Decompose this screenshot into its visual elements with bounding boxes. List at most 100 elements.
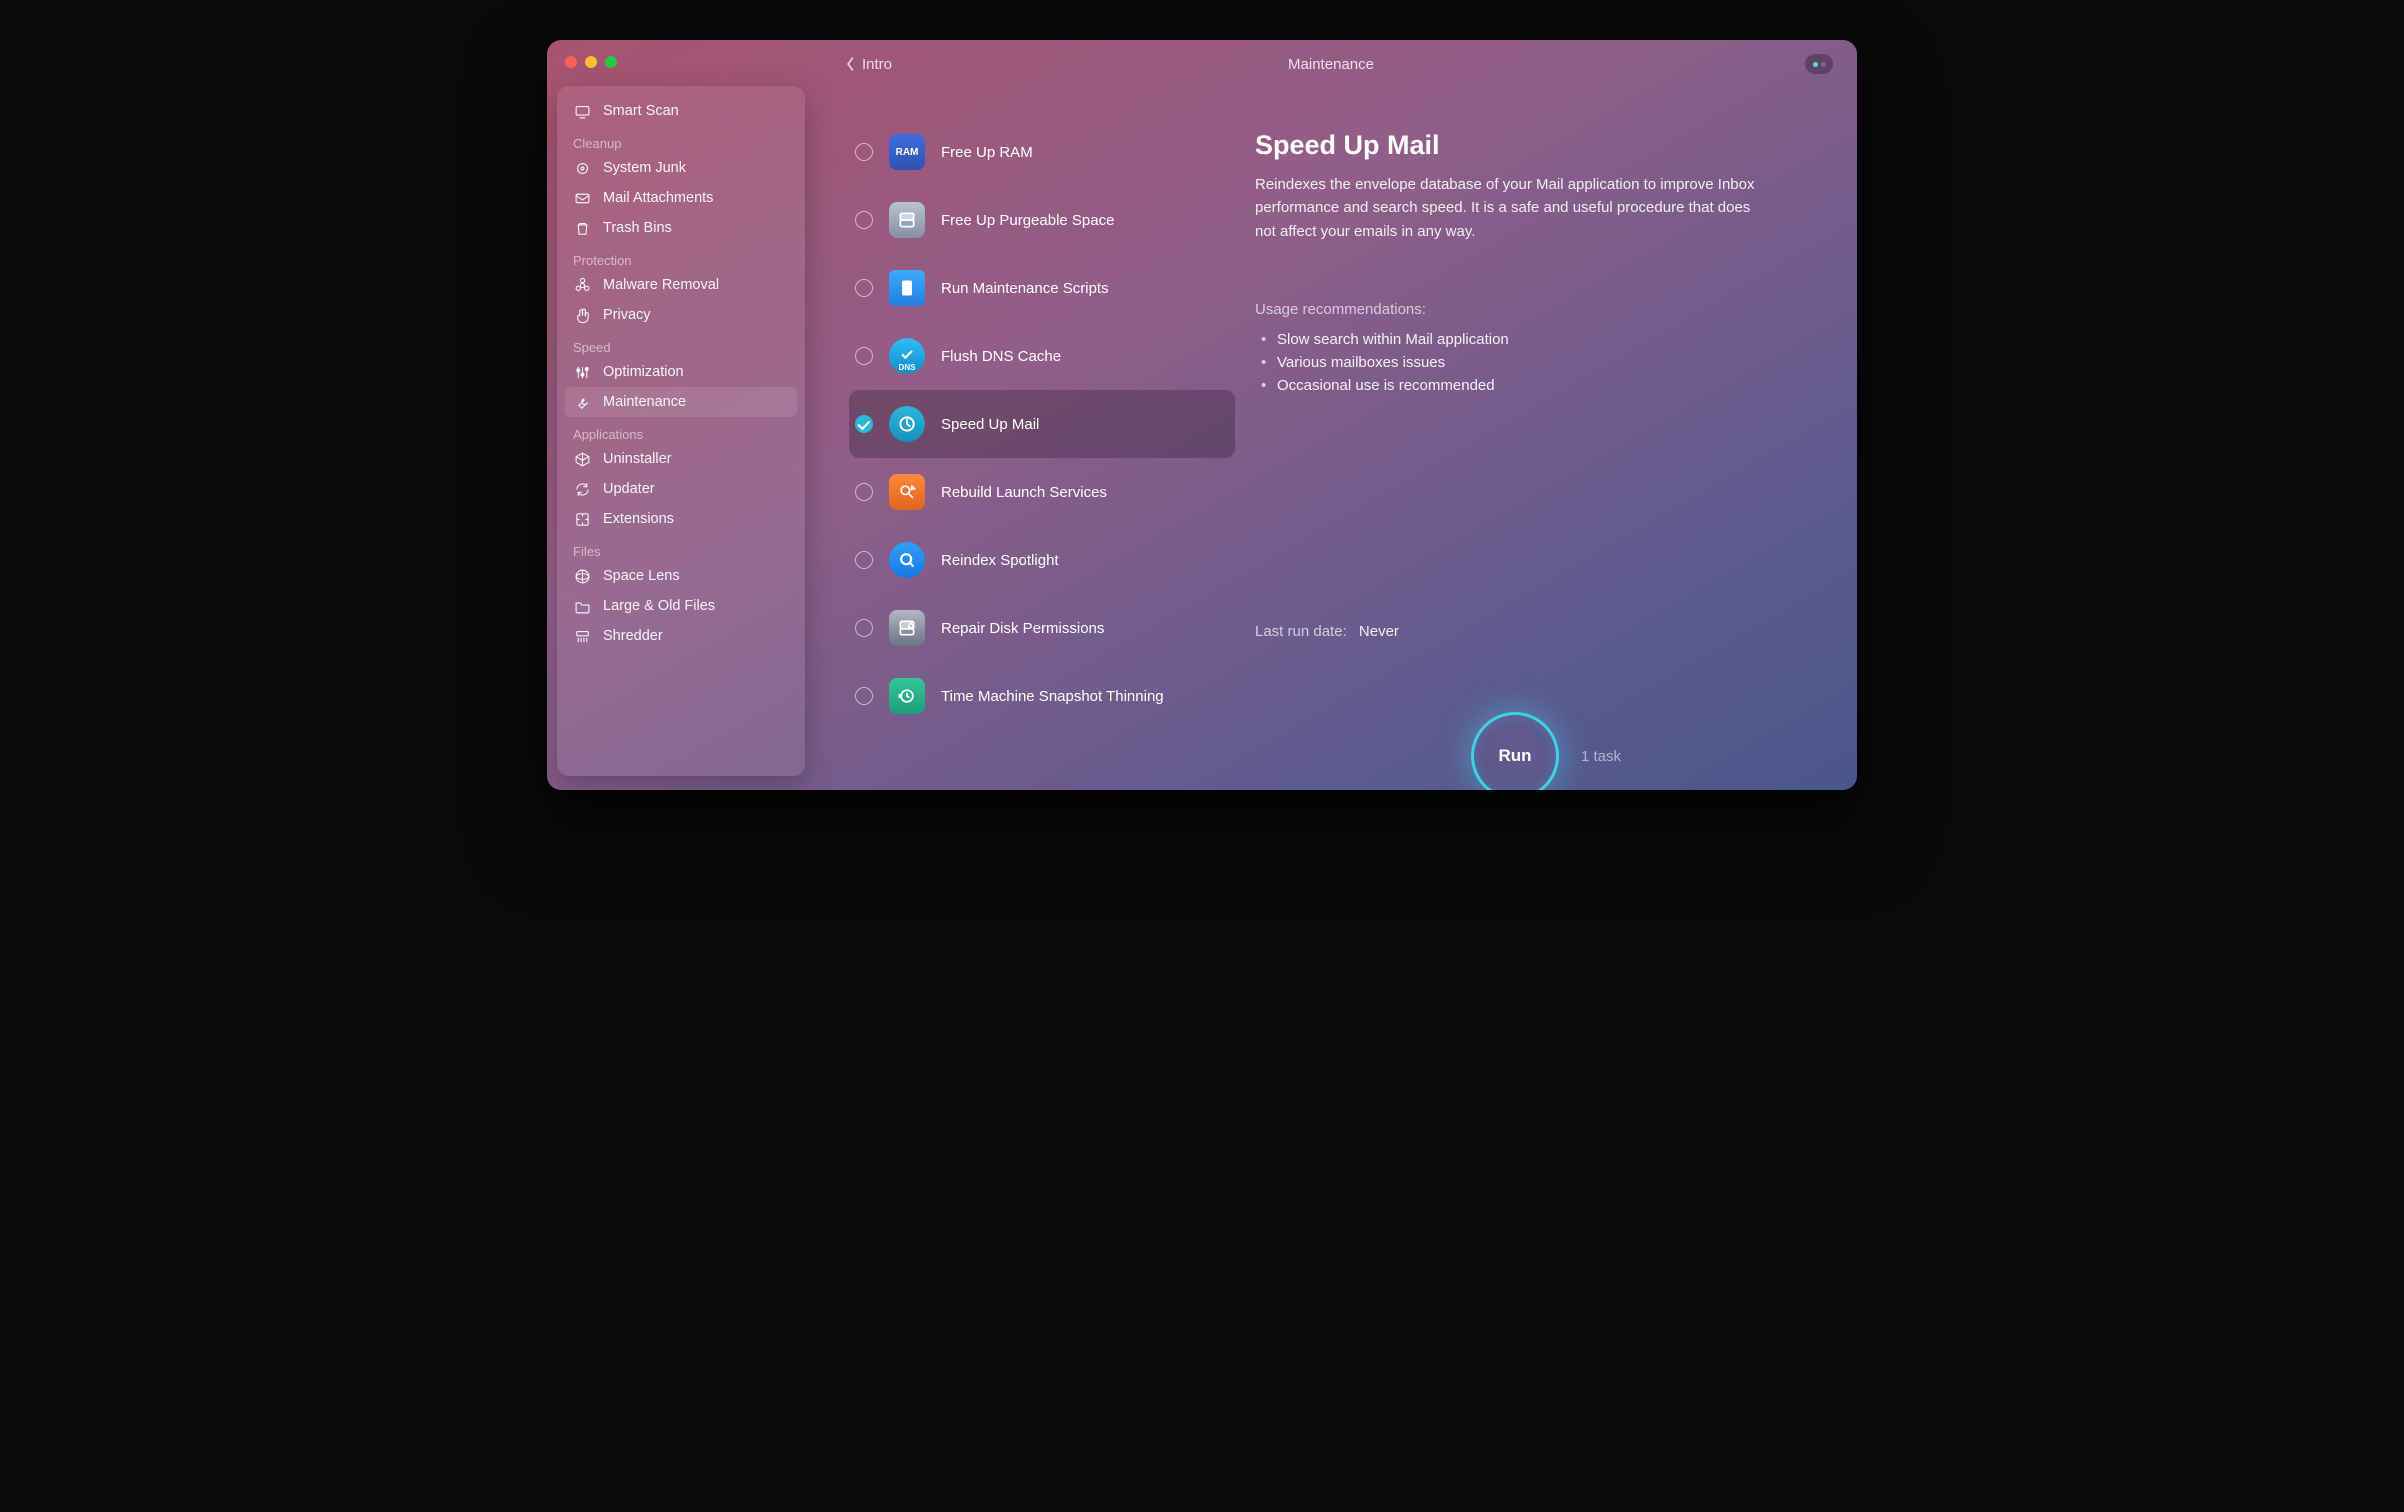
sidebar-item-label: Shredder <box>603 628 663 644</box>
task-checkbox[interactable] <box>855 415 873 433</box>
usage-list: Slow search within Mail applicationVario… <box>1255 328 1793 397</box>
sidebar-item-maintenance[interactable]: Maintenance <box>565 387 797 417</box>
task-checkbox[interactable] <box>855 483 873 501</box>
task-label: Free Up RAM <box>941 144 1033 161</box>
sidebar-item-smart-scan[interactable]: Smart Scan <box>557 96 805 126</box>
sidebar-item-trash-bins[interactable]: Trash Bins <box>557 213 805 243</box>
task-label: Reindex Spotlight <box>941 552 1059 569</box>
task-checkbox[interactable] <box>855 143 873 161</box>
back-label: Intro <box>862 56 892 73</box>
task-list: RAMFree Up RAM Free Up Purgeable Space Run… <box>805 88 1235 790</box>
task-icon: DNS <box>889 338 925 374</box>
task-row-free-up-purgeable-space[interactable]: Free Up Purgeable Space <box>849 186 1235 254</box>
sidebar-item-malware-removal[interactable]: Malware Removal <box>557 270 805 300</box>
sidebar-item-label: Privacy <box>603 307 651 323</box>
last-run-label: Last run date: <box>1255 623 1347 640</box>
sidebar-section-title: Protection <box>557 243 805 270</box>
sidebar-section-title: Cleanup <box>557 126 805 153</box>
sidebar-item-label: Space Lens <box>603 568 680 584</box>
sidebar-item-privacy[interactable]: Privacy <box>557 300 805 330</box>
task-checkbox[interactable] <box>855 211 873 229</box>
usage-heading: Usage recommendations: <box>1255 301 1793 318</box>
sidebar-item-extensions[interactable]: Extensions <box>557 504 805 534</box>
task-label: Rebuild Launch Services <box>941 484 1107 501</box>
status-dot-icon <box>1821 62 1826 67</box>
task-label: Repair Disk Permissions <box>941 620 1104 637</box>
task-row-reindex-spotlight[interactable]: Reindex Spotlight <box>849 526 1235 594</box>
detail-title: Speed Up Mail <box>1255 130 1793 161</box>
sidebar-item-uninstaller[interactable]: Uninstaller <box>557 444 805 474</box>
task-row-speed-up-mail[interactable]: Speed Up Mail <box>849 390 1235 458</box>
close-window-button[interactable] <box>565 56 577 68</box>
task-checkbox[interactable] <box>855 687 873 705</box>
task-label: Time Machine Snapshot Thinning <box>941 688 1164 705</box>
task-row-run-maintenance-scripts[interactable]: Run Maintenance Scripts <box>849 254 1235 322</box>
run-area: Run 1 task <box>1235 712 1857 790</box>
task-row-time-machine-snapshot-thinning[interactable]: Time Machine Snapshot Thinning <box>849 662 1235 730</box>
task-checkbox[interactable] <box>855 619 873 637</box>
back-button[interactable]: Intro <box>845 56 892 73</box>
task-checkbox[interactable] <box>855 347 873 365</box>
task-label: Flush DNS Cache <box>941 348 1061 365</box>
task-icon <box>889 474 925 510</box>
lens-icon <box>573 567 591 585</box>
sidebar: Smart Scan Cleanup System Junk Mail Attach… <box>557 86 805 776</box>
sidebar-item-label: Smart Scan <box>603 103 679 119</box>
task-checkbox[interactable] <box>855 279 873 297</box>
task-row-rebuild-launch-services[interactable]: Rebuild Launch Services <box>849 458 1235 526</box>
sidebar-section-title: Applications <box>557 417 805 444</box>
sidebar-item-label: System Junk <box>603 160 686 176</box>
sidebar-item-updater[interactable]: Updater <box>557 474 805 504</box>
task-icon <box>889 610 925 646</box>
sidebar-item-label: Optimization <box>603 364 684 380</box>
usage-item: Slow search within Mail application <box>1255 328 1793 351</box>
last-run: Last run date: Never <box>1255 623 1399 640</box>
sidebar-item-system-junk[interactable]: System Junk <box>557 153 805 183</box>
task-row-flush-dns-cache[interactable]: DNS Flush DNS Cache <box>849 322 1235 390</box>
sidebar-item-space-lens[interactable]: Space Lens <box>557 561 805 591</box>
detail-panel: Speed Up Mail Reindexes the envelope dat… <box>1235 88 1857 790</box>
task-row-repair-disk-permissions[interactable]: Repair Disk Permissions <box>849 594 1235 662</box>
chip-icon <box>573 159 591 177</box>
sliders-icon <box>573 363 591 381</box>
sidebar-item-large-old-files[interactable]: Large & Old Files <box>557 591 805 621</box>
sidebar-item-label: Maintenance <box>603 394 686 410</box>
run-button[interactable]: Run <box>1471 712 1559 790</box>
zoom-window-button[interactable] <box>605 56 617 68</box>
sidebar-item-mail-attachments[interactable]: Mail Attachments <box>557 183 805 213</box>
sidebar-item-label: Large & Old Files <box>603 598 715 614</box>
task-icon <box>889 406 925 442</box>
envelope-icon <box>573 189 591 207</box>
task-icon <box>889 202 925 238</box>
biohazard-icon <box>573 276 591 294</box>
sidebar-item-label: Uninstaller <box>603 451 672 467</box>
sidebar-item-shredder[interactable]: Shredder <box>557 621 805 651</box>
window-controls <box>565 56 617 68</box>
task-label: Speed Up Mail <box>941 416 1039 433</box>
sidebar-item-optimization[interactable]: Optimization <box>557 357 805 387</box>
task-checkbox[interactable] <box>855 551 873 569</box>
hand-icon <box>573 306 591 324</box>
box-icon <box>573 450 591 468</box>
detail-description: Reindexes the envelope database of your … <box>1255 173 1775 243</box>
sidebar-item-label: Updater <box>603 481 655 497</box>
content: RAMFree Up RAM Free Up Purgeable Space Run… <box>805 88 1857 790</box>
last-run-value: Never <box>1359 623 1399 640</box>
sidebar-item-label: Malware Removal <box>603 277 719 293</box>
task-label: Free Up Purgeable Space <box>941 212 1114 229</box>
sidebar-section-title: Files <box>557 534 805 561</box>
sidebar-item-label: Mail Attachments <box>603 190 713 206</box>
puzzle-icon <box>573 510 591 528</box>
wrench-icon <box>573 393 591 411</box>
task-icon <box>889 678 925 714</box>
task-icon <box>889 270 925 306</box>
chevron-left-icon <box>845 56 856 72</box>
trash-icon <box>573 219 591 237</box>
assistant-badge[interactable] <box>1805 54 1833 74</box>
task-row-free-up-ram[interactable]: RAMFree Up RAM <box>849 118 1235 186</box>
refresh-icon <box>573 480 591 498</box>
page-title: Maintenance <box>1288 56 1374 73</box>
folder-icon <box>573 597 591 615</box>
minimize-window-button[interactable] <box>585 56 597 68</box>
task-label: Run Maintenance Scripts <box>941 280 1109 297</box>
